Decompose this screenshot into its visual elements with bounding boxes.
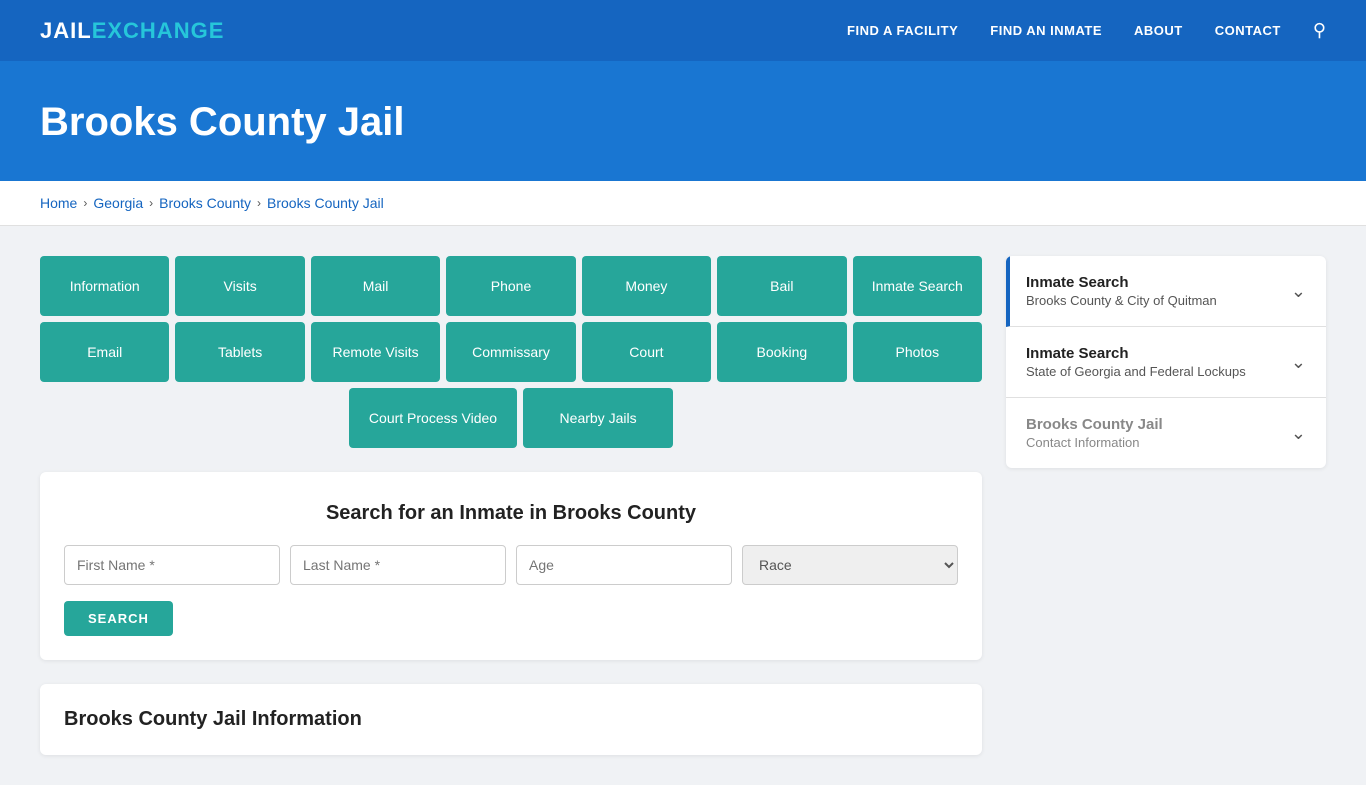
btn-money[interactable]: Money <box>582 256 711 316</box>
sidebar-item-title-2: Inmate Search <box>1026 345 1246 362</box>
btn-information[interactable]: Information <box>40 256 169 316</box>
age-input[interactable] <box>516 545 732 585</box>
header-nav: FIND A FACILITY FIND AN INMATE ABOUT CON… <box>847 20 1326 41</box>
find-inmate-link[interactable]: FIND AN INMATE <box>990 23 1102 38</box>
btn-nearby-jails[interactable]: Nearby Jails <box>523 388 673 448</box>
contact-link[interactable]: CONTACT <box>1215 23 1281 38</box>
find-facility-link[interactable]: FIND A FACILITY <box>847 23 958 38</box>
sidebar-item-subtitle-1: Brooks County & City of Quitman <box>1026 293 1217 308</box>
btn-photos[interactable]: Photos <box>853 322 982 382</box>
breadcrumb-georgia[interactable]: Georgia <box>93 195 143 211</box>
sidebar-inmate-search-brooks[interactable]: Inmate Search Brooks County & City of Qu… <box>1006 256 1326 327</box>
breadcrumb-separator-3: › <box>257 196 261 210</box>
main-content: Information Visits Mail Phone Money Bail… <box>0 226 1366 785</box>
sidebar-item-title-1: Inmate Search <box>1026 274 1217 291</box>
btn-commissary[interactable]: Commissary <box>446 322 575 382</box>
breadcrumb-bar: Home › Georgia › Brooks County › Brooks … <box>0 181 1366 226</box>
btn-booking[interactable]: Booking <box>717 322 846 382</box>
breadcrumb-home[interactable]: Home <box>40 195 77 211</box>
logo-jail: JAIL <box>40 18 92 44</box>
button-grid-row3: Court Process Video Nearby Jails <box>40 388 982 448</box>
breadcrumb-separator-1: › <box>83 196 87 210</box>
inmate-search-section: Search for an Inmate in Brooks County Ra… <box>40 472 982 660</box>
breadcrumb-current: Brooks County Jail <box>267 195 384 211</box>
btn-court-process-video[interactable]: Court Process Video <box>349 388 517 448</box>
search-icon[interactable]: ⚲ <box>1313 20 1326 41</box>
chevron-down-icon-3: ⌄ <box>1291 423 1306 444</box>
jail-info-section: Brooks County Jail Information <box>40 684 982 755</box>
button-grid-row1: Information Visits Mail Phone Money Bail… <box>40 256 982 316</box>
sidebar-item-subtitle-3: Contact Information <box>1026 435 1163 450</box>
btn-bail[interactable]: Bail <box>717 256 846 316</box>
breadcrumb-brooks-county[interactable]: Brooks County <box>159 195 251 211</box>
btn-court[interactable]: Court <box>582 322 711 382</box>
logo-exchange: EXCHANGE <box>92 18 225 44</box>
chevron-down-icon-2: ⌄ <box>1291 352 1306 373</box>
jail-info-title: Brooks County Jail Information <box>64 708 958 731</box>
site-header: JAIL EXCHANGE FIND A FACILITY FIND AN IN… <box>0 0 1366 64</box>
about-link[interactable]: ABOUT <box>1134 23 1183 38</box>
btn-email[interactable]: Email <box>40 322 169 382</box>
logo[interactable]: JAIL EXCHANGE <box>40 18 224 44</box>
btn-remote-visits[interactable]: Remote Visits <box>311 322 440 382</box>
btn-tablets[interactable]: Tablets <box>175 322 304 382</box>
btn-phone[interactable]: Phone <box>446 256 575 316</box>
button-grid-row2: Email Tablets Remote Visits Commissary C… <box>40 322 982 382</box>
search-fields: Race White Black Hispanic Asian Other <box>64 545 958 585</box>
race-select[interactable]: Race White Black Hispanic Asian Other <box>742 545 958 585</box>
sidebar-contact-info[interactable]: Brooks County Jail Contact Information ⌄ <box>1006 398 1326 468</box>
sidebar-item-subtitle-2: State of Georgia and Federal Lockups <box>1026 364 1246 379</box>
last-name-input[interactable] <box>290 545 506 585</box>
sidebar-inmate-search-state[interactable]: Inmate Search State of Georgia and Feder… <box>1006 327 1326 398</box>
hero-section: Brooks County Jail <box>0 64 1366 181</box>
breadcrumb-separator-2: › <box>149 196 153 210</box>
breadcrumb: Home › Georgia › Brooks County › Brooks … <box>40 195 1326 211</box>
search-button[interactable]: SEARCH <box>64 601 173 636</box>
sidebar-item-title-3: Brooks County Jail <box>1026 416 1163 433</box>
sidebar-card: Inmate Search Brooks County & City of Qu… <box>1006 256 1326 468</box>
search-section-title: Search for an Inmate in Brooks County <box>64 502 958 525</box>
left-column: Information Visits Mail Phone Money Bail… <box>40 256 982 755</box>
page-title: Brooks County Jail <box>40 100 1326 145</box>
btn-mail[interactable]: Mail <box>311 256 440 316</box>
btn-visits[interactable]: Visits <box>175 256 304 316</box>
right-column: Inmate Search Brooks County & City of Qu… <box>1006 256 1326 755</box>
first-name-input[interactable] <box>64 545 280 585</box>
btn-inmate-search[interactable]: Inmate Search <box>853 256 982 316</box>
chevron-down-icon-1: ⌄ <box>1291 281 1306 302</box>
